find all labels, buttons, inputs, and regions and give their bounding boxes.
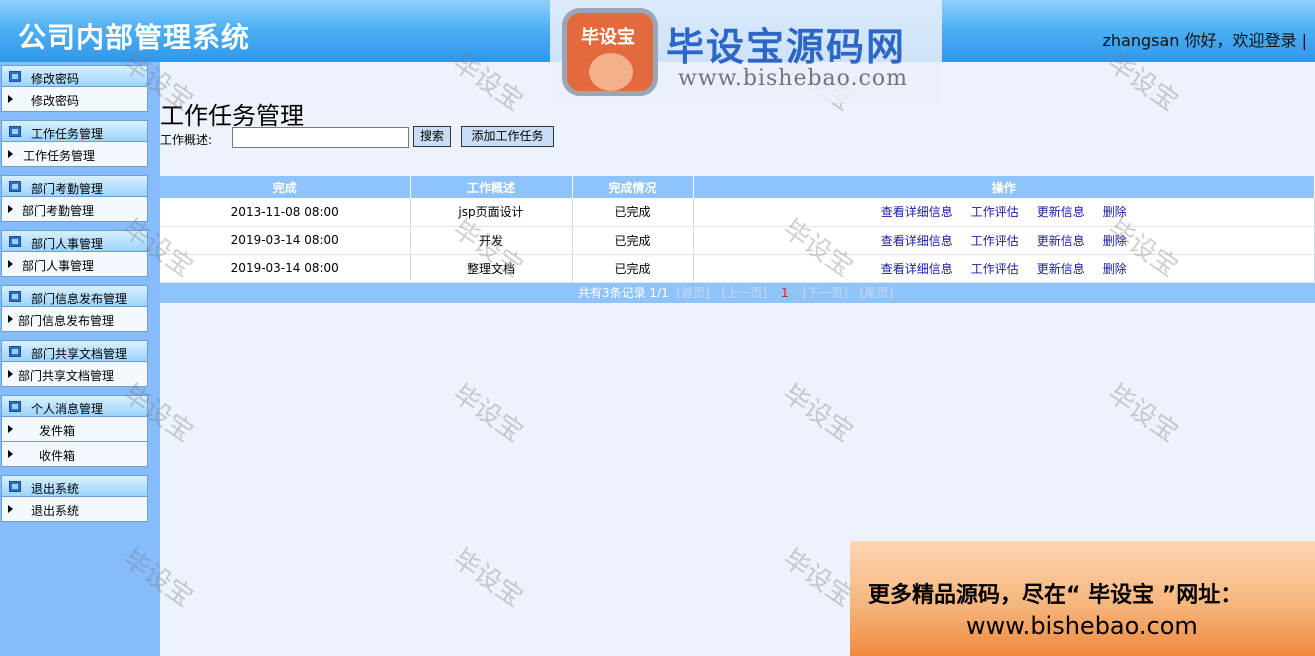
cell-date: 2019-03-14 08:00 [160, 254, 411, 283]
menu-head[interactable]: 部门人事管理 [1, 230, 148, 252]
menu-group-password: 修改密码 修改密码 [1, 65, 148, 112]
column-header: 完成情况 [572, 176, 694, 198]
arrow-right-icon [8, 260, 13, 268]
arrow-right-icon [8, 425, 13, 433]
arrow-right-icon [8, 315, 13, 323]
arrow-right-icon [8, 205, 13, 213]
logo-brand-text: 毕设宝源码网 [666, 25, 907, 69]
pager-summary: 共有3条记录 1/1 [577, 286, 669, 300]
cell-date: 2013-11-08 08:00 [160, 198, 411, 227]
pager-current: 1 [780, 286, 789, 300]
cell-summary: 开发 [410, 226, 573, 255]
arrow-right-icon [8, 370, 13, 378]
search-label: 工作概述: [160, 133, 213, 147]
delete-link[interactable]: 删除 [1103, 234, 1127, 248]
sidebar-item-shared-docs[interactable]: 部门共享文档管理 [1, 362, 148, 387]
pager-next[interactable]: [下一页] [802, 286, 847, 300]
logo-url-text: www.bishebao.com [678, 66, 908, 91]
pager: 共有3条记录 1/1 [首页] [上一页] 1 [下一页] [尾页] [160, 283, 1315, 303]
menu-group-shared-docs: 部门共享文档管理 部门共享文档管理 [1, 340, 148, 387]
sidebar-item-tasks[interactable]: 工作任务管理 [1, 142, 148, 167]
table-row: 2013-11-08 08:00 jsp页面设计 已完成 查看详细信息 工作评估 更… [160, 198, 1315, 227]
table-row: 2019-03-14 08:00 整理文档 已完成 查看详细信息 工作评估 更新信息… [160, 254, 1315, 283]
column-header: 完成 [160, 176, 411, 198]
menu-group-attendance: 部门考勤管理 部门考勤管理 [1, 175, 148, 222]
menu-head[interactable]: 工作任务管理 [1, 120, 148, 142]
page-title: 工作任务管理 [160, 102, 304, 130]
menu-head[interactable]: 退出系统 [1, 475, 148, 497]
sidebar-item-personnel[interactable]: 部门人事管理 [1, 252, 148, 277]
view-details-link[interactable]: 查看详细信息 [881, 205, 953, 219]
menu-square-icon [9, 291, 21, 302]
update-link[interactable]: 更新信息 [1037, 234, 1085, 248]
update-link[interactable]: 更新信息 [1037, 262, 1085, 276]
pager-first[interactable]: [首页] [677, 286, 710, 300]
menu-group-personnel: 部门人事管理 部门人事管理 [1, 230, 148, 277]
menu-square-icon [9, 401, 21, 412]
column-header: 操作 [693, 176, 1315, 198]
table-row: 2019-03-14 08:00 开发 已完成 查看详细信息 工作评估 更新信息 删除 [160, 226, 1315, 255]
add-task-button[interactable]: 添加工作任务 [461, 126, 554, 147]
cell-status: 已完成 [572, 198, 694, 227]
search-input[interactable] [232, 127, 409, 148]
menu-square-icon [9, 236, 21, 247]
sidebar-item-change-password[interactable]: 修改密码 [1, 87, 148, 112]
arrow-right-icon [8, 450, 13, 458]
view-details-link[interactable]: 查看详细信息 [881, 234, 953, 248]
cell-summary: jsp页面设计 [410, 198, 573, 227]
cell-status: 已完成 [572, 226, 694, 255]
menu-group-logout: 退出系统 退出系统 [1, 475, 148, 522]
cell-summary: 整理文档 [410, 254, 573, 283]
cell-actions: 查看详细信息 工作评估 更新信息 删除 [693, 254, 1315, 283]
logo-badge-icon: 毕设宝 [562, 8, 658, 96]
column-header: 工作概述 [410, 176, 573, 198]
menu-square-icon [9, 346, 21, 357]
arrow-right-icon [8, 95, 13, 103]
promo-line-1: 更多精品源码，尽在“ 毕设宝 ”网址： [868, 583, 1243, 608]
cell-date: 2019-03-14 08:00 [160, 226, 411, 255]
arrow-right-icon [8, 505, 13, 513]
sidebar-item-info-publish[interactable]: 部门信息发布管理 [1, 307, 148, 332]
cell-actions: 查看详细信息 工作评估 更新信息 删除 [693, 226, 1315, 255]
delete-link[interactable]: 删除 [1103, 262, 1127, 276]
menu-head[interactable]: 部门考勤管理 [1, 175, 148, 197]
app-title: 公司内部管理系统 [18, 21, 251, 54]
evaluate-link[interactable]: 工作评估 [971, 234, 1019, 248]
search-button[interactable]: 搜索 [413, 126, 451, 147]
menu-square-icon [9, 481, 21, 492]
brand-logo: 毕设宝 毕设宝源码网 www.bishebao.com [550, 0, 942, 103]
menu-head[interactable]: 个人消息管理 [1, 395, 148, 417]
evaluate-link[interactable]: 工作评估 [971, 262, 1019, 276]
welcome-text: zhangsan 你好，欢迎登录 | [1102, 31, 1308, 50]
pager-last[interactable]: [尾页] [860, 286, 893, 300]
pager-prev[interactable]: [上一页] [722, 286, 767, 300]
view-details-link[interactable]: 查看详细信息 [881, 262, 953, 276]
task-table: 完成 工作概述 完成情况 操作 2013-11-08 08:00 jsp页面设计… [160, 176, 1315, 283]
arrow-right-icon [8, 150, 13, 158]
menu-square-icon [9, 126, 21, 137]
cell-status: 已完成 [572, 254, 694, 283]
menu-group-tasks: 工作任务管理 工作任务管理 [1, 120, 148, 167]
sidebar-item-outbox[interactable]: 发件箱 [1, 417, 148, 442]
update-link[interactable]: 更新信息 [1037, 205, 1085, 219]
menu-head[interactable]: 修改密码 [1, 65, 148, 87]
promo-banner: 更多精品源码，尽在“ 毕设宝 ”网址： www.bishebao.com [850, 541, 1315, 656]
menu-head[interactable]: 部门信息发布管理 [1, 285, 148, 307]
menu-square-icon [9, 181, 21, 192]
promo-line-2: www.bishebao.com [966, 612, 1198, 640]
sidebar-item-inbox[interactable]: 收件箱 [1, 442, 148, 467]
delete-link[interactable]: 删除 [1103, 205, 1127, 219]
menu-group-info-publish: 部门信息发布管理 部门信息发布管理 [1, 285, 148, 332]
sidebar-item-attendance[interactable]: 部门考勤管理 [1, 197, 148, 222]
menu-square-icon [9, 71, 21, 82]
sidebar: 修改密码 修改密码 工作任务管理 工作任务管理 部门考勤管理 部门考勤管理 部门… [0, 62, 160, 656]
sidebar-item-logout[interactable]: 退出系统 [1, 497, 148, 522]
table-header-row: 完成 工作概述 完成情况 操作 [160, 176, 1315, 198]
cell-actions: 查看详细信息 工作评估 更新信息 删除 [693, 198, 1315, 227]
menu-head[interactable]: 部门共享文档管理 [1, 340, 148, 362]
evaluate-link[interactable]: 工作评估 [971, 205, 1019, 219]
menu-group-messages: 个人消息管理 发件箱 收件箱 [1, 395, 148, 467]
